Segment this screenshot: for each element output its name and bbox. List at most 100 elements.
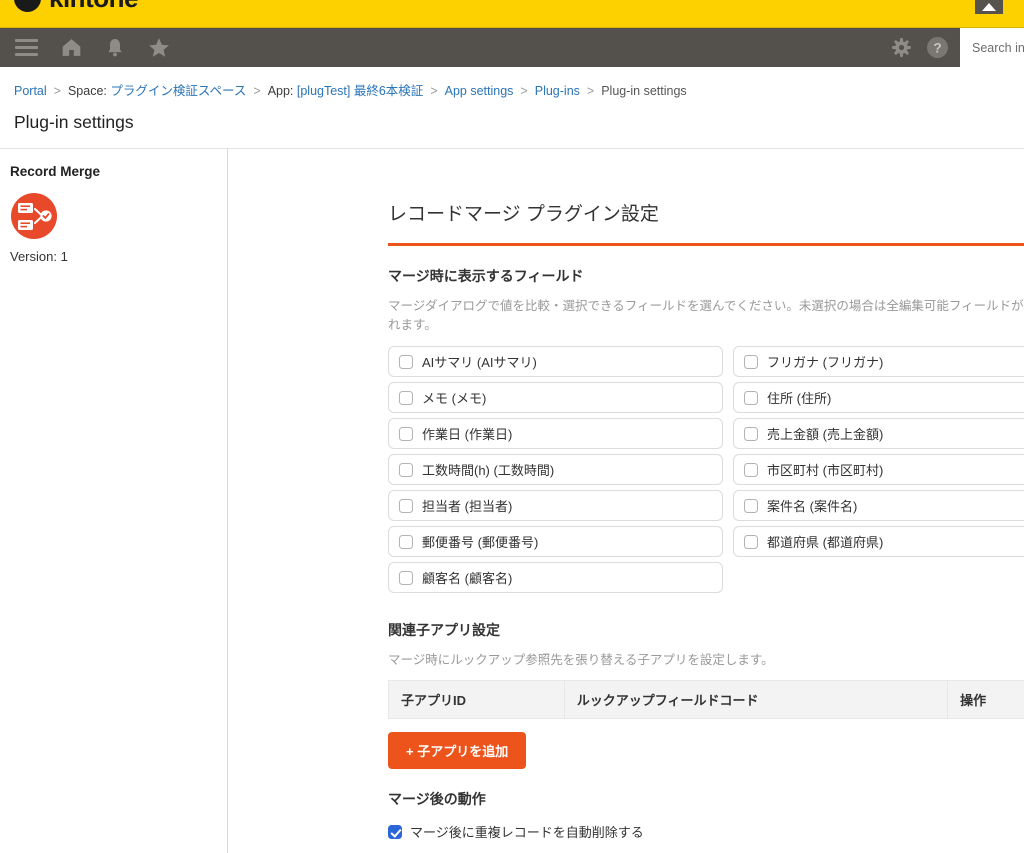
field-option-label: フリガナ (フリガナ): [767, 352, 883, 371]
page-title: Plug-in settings: [14, 112, 1024, 133]
subapp-table-header-1: ルックアップフィールドコード: [564, 681, 947, 719]
breadcrumb: Portal > Space: プラグイン検証スペース > App: [plugTest…: [0, 67, 1024, 105]
svg-text:?: ?: [933, 40, 941, 55]
kintone-logo-icon: [14, 0, 41, 12]
field-option[interactable]: 売上金額 (売上金額): [733, 418, 1024, 449]
auto-delete-label: マージ後に重複レコードを自動削除する: [410, 822, 644, 841]
checkbox-unchecked-icon[interactable]: [744, 535, 758, 549]
post-merge-title: マージ後の動作: [388, 789, 1024, 809]
field-option[interactable]: 顧客名 (顧客名): [388, 562, 723, 593]
field-option[interactable]: 住所 (住所): [733, 382, 1024, 413]
breadcrumb-separator: >: [520, 84, 527, 98]
checkbox-unchecked-icon[interactable]: [744, 355, 758, 369]
kintone-logo[interactable]: kintone: [14, 0, 138, 14]
breadcrumb-link[interactable]: [plugTest] 最終6本検証: [297, 84, 423, 98]
field-option-label: 売上金額 (売上金額): [767, 424, 883, 443]
chevron-up-icon: [982, 3, 996, 11]
checkbox-unchecked-icon[interactable]: [399, 535, 413, 549]
post-merge-section: マージ後の動作 マージ後に重複レコードを自動削除する: [388, 789, 1024, 841]
breadcrumb-link[interactable]: Plug-ins: [535, 84, 580, 98]
merge-fields-description: マージダイアログで値を比較・選択できるフィールドを選んでください。未選択の場合は…: [388, 295, 1024, 333]
navbar-right-icons: ?: [891, 37, 948, 58]
record-merge-plugin-icon: [10, 192, 58, 240]
subapp-title: 関連子アプリ設定: [388, 620, 1024, 640]
global-search: [960, 28, 1024, 67]
plugin-settings-panel: レコードマージ プラグイン設定 マージ時に表示するフィールド マージダイアログで…: [228, 149, 1024, 853]
field-option-label: 郵便番号 (郵便番号): [422, 532, 538, 551]
checkbox-unchecked-icon[interactable]: [399, 499, 413, 513]
checkbox-unchecked-icon[interactable]: [399, 391, 413, 405]
field-option-label: AIサマリ (AIサマリ): [422, 352, 537, 371]
checkbox-unchecked-icon[interactable]: [399, 355, 413, 369]
navbar-left-icons: [0, 37, 170, 59]
field-option-label: 担当者 (担当者): [422, 496, 512, 515]
subapp-table: 子アプリIDルックアップフィールドコード操作: [388, 680, 1024, 719]
checkbox-unchecked-icon[interactable]: [399, 571, 413, 585]
settings-heading: レコードマージ プラグイン設定: [388, 199, 1024, 246]
help-icon[interactable]: ?: [927, 37, 948, 58]
field-option[interactable]: メモ (メモ): [388, 382, 723, 413]
field-option-label: 顧客名 (顧客名): [422, 568, 512, 587]
field-option[interactable]: 市区町村 (市区町村): [733, 454, 1024, 485]
brand-bar: kintone: [0, 0, 1024, 28]
breadcrumb-separator: >: [430, 84, 437, 98]
field-column-left: AIサマリ (AIサマリ) メモ (メモ) 作業日 (作業日) 工数時間(h) (工数…: [388, 346, 723, 593]
field-option-label: 工数時間(h) (工数時間): [422, 460, 554, 479]
checkbox-checked-icon[interactable]: [388, 825, 402, 839]
breadcrumb-separator: >: [54, 84, 61, 98]
home-icon[interactable]: [61, 37, 82, 58]
subapp-description: マージ時にルックアップ参照先を張り替える子アプリを設定します。: [388, 649, 1024, 668]
breadcrumb-current: Plug-in settings: [601, 84, 686, 98]
subapp-table-header-0: 子アプリID: [389, 681, 565, 719]
field-option[interactable]: 作業日 (作業日): [388, 418, 723, 449]
field-option[interactable]: 都道府県 (都道府県): [733, 526, 1024, 557]
breadcrumb-link[interactable]: プラグイン検証スペース: [110, 84, 246, 98]
field-option[interactable]: AIサマリ (AIサマリ): [388, 346, 723, 377]
field-option-label: 都道府県 (都道府県): [767, 532, 883, 551]
field-option[interactable]: フリガナ (フリガナ): [733, 346, 1024, 377]
merge-fields-title: マージ時に表示するフィールド: [388, 266, 1024, 286]
breadcrumb-link[interactable]: App settings: [445, 84, 514, 98]
subapp-table-header-2: 操作: [948, 681, 1024, 719]
plugin-sidebar: Record Merge Version: 1: [0, 149, 228, 853]
field-option-label: 住所 (住所): [767, 388, 831, 407]
breadcrumb-prefix: App:: [268, 84, 297, 98]
field-option[interactable]: 案件名 (案件名): [733, 490, 1024, 521]
checkbox-unchecked-icon[interactable]: [399, 463, 413, 477]
breadcrumb-link[interactable]: Portal: [14, 84, 47, 98]
auto-delete-checkbox-row[interactable]: マージ後に重複レコードを自動削除する: [388, 822, 1024, 841]
search-input[interactable]: [960, 28, 1024, 67]
field-option-label: メモ (メモ): [422, 388, 486, 407]
checkbox-unchecked-icon[interactable]: [744, 391, 758, 405]
field-option-label: 市区町村 (市区町村): [767, 460, 883, 479]
field-option-label: 作業日 (作業日): [422, 424, 512, 443]
breadcrumb-prefix: Space:: [68, 84, 110, 98]
field-checkbox-grid: AIサマリ (AIサマリ) メモ (メモ) 作業日 (作業日) 工数時間(h) (工数…: [388, 346, 1024, 593]
field-column-right: フリガナ (フリガナ) 住所 (住所) 売上金額 (売上金額) 市区町村 (市区町村)…: [733, 346, 1024, 593]
collapse-header-button[interactable]: [975, 0, 1003, 14]
subapp-table-header-row: 子アプリIDルックアップフィールドコード操作: [389, 681, 1024, 719]
kintone-plugin-settings-page: kintone: [0, 0, 1024, 853]
plugin-version: Version: 1: [10, 249, 217, 264]
checkbox-unchecked-icon[interactable]: [744, 427, 758, 441]
hamburger-menu-icon[interactable]: [15, 39, 38, 56]
checkbox-unchecked-icon[interactable]: [744, 499, 758, 513]
field-option-label: 案件名 (案件名): [767, 496, 857, 515]
settings-gear-icon[interactable]: [891, 37, 912, 58]
field-option[interactable]: 郵便番号 (郵便番号): [388, 526, 723, 557]
breadcrumb-separator: >: [587, 84, 594, 98]
checkbox-unchecked-icon[interactable]: [744, 463, 758, 477]
field-option[interactable]: 担当者 (担当者): [388, 490, 723, 521]
favorites-star-icon[interactable]: [148, 37, 170, 59]
checkbox-unchecked-icon[interactable]: [399, 427, 413, 441]
breadcrumb-separator: >: [253, 84, 260, 98]
field-option[interactable]: 工数時間(h) (工数時間): [388, 454, 723, 485]
global-navbar: ?: [0, 28, 1024, 67]
merge-fields-section: マージ時に表示するフィールド マージダイアログで値を比較・選択できるフィールドを…: [388, 266, 1024, 593]
kintone-logo-text: kintone: [49, 0, 138, 14]
notifications-bell-icon[interactable]: [105, 37, 125, 58]
content-area: Record Merge Version: 1 レコードマージ プラグイン設定: [0, 149, 1024, 853]
subapp-section: 関連子アプリ設定 マージ時にルックアップ参照先を張り替える子アプリを設定します。…: [388, 620, 1024, 769]
plugin-name: Record Merge: [10, 164, 217, 179]
add-subapp-button[interactable]: + 子アプリを追加: [388, 732, 526, 769]
